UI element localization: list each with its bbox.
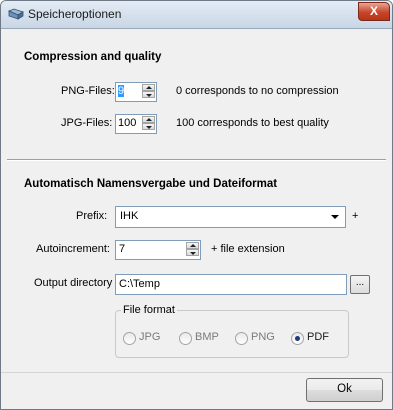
png-hint: 0 corresponds to no compression — [176, 85, 339, 97]
radio-bmp-circle[interactable] — [179, 332, 192, 345]
radio-png-circle[interactable] — [235, 332, 248, 345]
prefix-plus: + — [352, 210, 359, 222]
autoincrement-stepper[interactable]: 7 — [115, 240, 201, 260]
output-directory-label: Output directory — [34, 277, 113, 289]
jpg-hint: 100 corresponds to best quality — [176, 117, 329, 129]
compression-heading: Compression and quality — [24, 51, 162, 63]
autoincrement-label: Autoincrement: — [36, 243, 110, 255]
jpg-decrement-button[interactable] — [142, 123, 155, 130]
jpg-label: JPG-Files: — [61, 117, 113, 129]
dialog-content: Compression and quality PNG-Files: 9 0 c… — [7, 34, 386, 371]
file-format-legend: File format — [121, 304, 177, 316]
png-increment-button[interactable] — [142, 84, 155, 91]
png-stepper[interactable]: 9 — [115, 82, 157, 102]
dialog-footer: Ok — [1, 372, 392, 409]
jpg-increment-button[interactable] — [142, 116, 155, 123]
section-divider — [7, 159, 386, 161]
file-extension-label: + file extension — [211, 243, 285, 255]
close-icon: X — [369, 4, 378, 18]
chevron-down-icon[interactable] — [331, 215, 339, 219]
png-stepper-buttons[interactable] — [142, 84, 155, 100]
autoincrement-decrement-button[interactable] — [186, 249, 199, 256]
jpg-value-input[interactable]: 100 — [118, 117, 136, 129]
naming-heading: Automatisch Namensvergabe und Dateiforma… — [24, 178, 278, 190]
ok-button[interactable]: Ok — [306, 378, 383, 402]
png-label: PNG-Files: — [61, 85, 115, 97]
radio-png-label: PNG — [251, 331, 275, 343]
browse-label: ... — [355, 277, 365, 288]
dialog-window: Speicheroptionen X Compression and quali… — [0, 0, 393, 410]
prefix-dropdown[interactable]: IHK — [115, 206, 346, 228]
output-directory-value: C:\Temp — [119, 278, 160, 290]
png-decrement-button[interactable] — [142, 91, 155, 98]
window-title: Speicheroptionen — [28, 7, 122, 21]
jpg-stepper[interactable]: 100 — [115, 114, 157, 134]
save-options-icon — [8, 8, 24, 20]
close-button[interactable]: X — [358, 2, 390, 21]
prefix-label: Prefix: — [76, 210, 108, 222]
autoincrement-input[interactable]: 7 — [119, 243, 125, 255]
autoincrement-stepper-buttons[interactable] — [186, 242, 199, 258]
radio-bmp-label: BMP — [195, 331, 219, 343]
radio-pdf-label: PDF — [307, 331, 329, 343]
prefix-value: IHK — [120, 210, 139, 222]
radio-jpg-circle[interactable] — [123, 332, 136, 345]
title-bar: Speicheroptionen X — [1, 1, 392, 29]
output-directory-input[interactable]: C:\Temp — [115, 274, 347, 295]
jpg-stepper-buttons[interactable] — [142, 116, 155, 132]
browse-button[interactable]: ... — [350, 275, 370, 294]
radio-jpg-label: JPG — [139, 331, 161, 343]
ok-label: Ok — [337, 383, 352, 395]
autoincrement-increment-button[interactable] — [186, 242, 199, 249]
radio-pdf-circle[interactable] — [291, 332, 304, 345]
png-value-input[interactable]: 9 — [118, 85, 125, 97]
